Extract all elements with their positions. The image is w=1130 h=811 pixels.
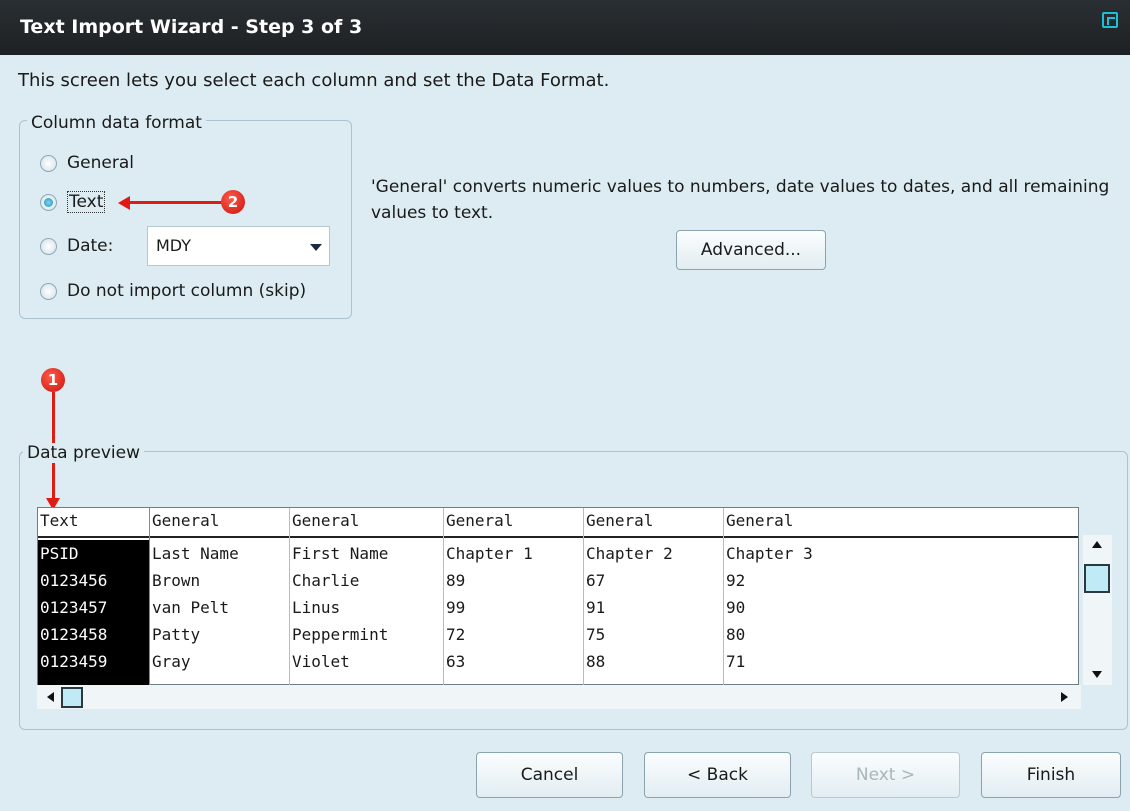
date-format-select[interactable]: MDY bbox=[147, 226, 330, 266]
table-cell: Linus bbox=[292, 598, 341, 617]
table-cell: 63 bbox=[446, 652, 466, 671]
header-cell[interactable]: General bbox=[445, 511, 513, 530]
header-cell[interactable]: General bbox=[291, 511, 359, 530]
vertical-scrollbar[interactable] bbox=[1083, 535, 1112, 685]
header-cell[interactable]: Text bbox=[39, 511, 79, 530]
annotation-arrow-2-head bbox=[118, 196, 130, 210]
table-cell: 99 bbox=[446, 598, 466, 617]
radio-date-icon[interactable] bbox=[40, 237, 57, 255]
table-cell: 89 bbox=[446, 571, 466, 590]
date-format-value: MDY bbox=[156, 236, 192, 255]
radio-general-icon[interactable] bbox=[40, 154, 57, 172]
radio-text[interactable]: Text bbox=[40, 191, 106, 213]
scroll-down-icon[interactable] bbox=[1092, 671, 1102, 678]
radio-skip-label[interactable]: Do not import column (skip) bbox=[67, 281, 306, 301]
table-cell: Brown bbox=[152, 571, 201, 590]
advanced-button[interactable]: Advanced... bbox=[676, 230, 826, 270]
vertical-scroll-thumb[interactable] bbox=[1084, 564, 1110, 593]
header-separator bbox=[38, 536, 1078, 538]
title-bar: Text Import Wizard - Step 3 of 3 bbox=[0, 0, 1130, 55]
table-row: 0123457 van Pelt Linus 99 91 90 bbox=[38, 598, 1078, 625]
cancel-button[interactable]: Cancel bbox=[476, 752, 623, 798]
header-cell[interactable]: General bbox=[585, 511, 653, 530]
column-format-legend: Column data format bbox=[27, 113, 206, 133]
table-cell: 0123457 bbox=[40, 598, 108, 617]
table-cell: Last Name bbox=[152, 544, 239, 563]
horizontal-scrollbar[interactable] bbox=[37, 685, 1081, 709]
format-description: 'General' converts numeric values to num… bbox=[371, 177, 1110, 223]
scroll-left-icon[interactable] bbox=[47, 692, 54, 702]
table-cell: 0123458 bbox=[40, 625, 108, 644]
table-cell: Chapter 2 bbox=[586, 544, 673, 563]
scroll-up-icon[interactable] bbox=[1092, 541, 1102, 548]
radio-text-label[interactable]: Text bbox=[67, 191, 106, 213]
table-cell: Patty bbox=[152, 625, 201, 644]
table-cell: 67 bbox=[586, 571, 606, 590]
header-cell[interactable]: General bbox=[725, 511, 793, 530]
table-cell: 90 bbox=[726, 598, 746, 617]
preview-header-row: Text General General General General Gen… bbox=[38, 511, 1078, 539]
table-cell: Chapter 1 bbox=[446, 544, 533, 563]
table-cell: 88 bbox=[586, 652, 606, 671]
annotation-badge-2: 2 bbox=[221, 190, 245, 214]
chevron-down-icon[interactable] bbox=[310, 244, 322, 251]
radio-date[interactable]: Date: bbox=[40, 236, 113, 256]
table-row: PSID Last Name First Name Chapter 1 Chap… bbox=[38, 544, 1078, 571]
table-cell: van Pelt bbox=[152, 598, 230, 617]
back-button[interactable]: < Back bbox=[644, 752, 791, 798]
data-preview-table[interactable]: Text General General General General Gen… bbox=[37, 507, 1079, 685]
table-cell: First Name bbox=[292, 544, 389, 563]
table-cell: 0123459 bbox=[40, 652, 108, 671]
table-row: 0123459 Gray Violet 63 88 71 bbox=[38, 652, 1078, 679]
data-preview-legend: Data preview bbox=[23, 443, 145, 463]
header-cell[interactable]: General bbox=[151, 511, 219, 530]
annotation-arrow-2-shaft bbox=[128, 201, 224, 204]
radio-general-label[interactable]: General bbox=[67, 153, 134, 173]
table-cell: 80 bbox=[726, 625, 746, 644]
radio-general[interactable]: General bbox=[40, 153, 134, 173]
radio-text-icon[interactable] bbox=[40, 193, 57, 211]
table-cell: Violet bbox=[292, 652, 350, 671]
finish-button[interactable]: Finish bbox=[981, 752, 1121, 798]
horizontal-scroll-thumb[interactable] bbox=[61, 687, 83, 708]
table-cell: 75 bbox=[586, 625, 606, 644]
window-menu-icon[interactable] bbox=[1102, 12, 1118, 28]
table-cell: 72 bbox=[446, 625, 466, 644]
table-cell: 0123456 bbox=[40, 571, 108, 590]
table-row: 0123456 Brown Charlie 89 67 92 bbox=[38, 571, 1078, 598]
table-cell: Charlie bbox=[292, 571, 360, 590]
table-row: 0123458 Patty Peppermint 72 75 80 bbox=[38, 625, 1078, 652]
table-cell: Peppermint bbox=[292, 625, 389, 644]
radio-skip-icon[interactable] bbox=[40, 282, 57, 300]
table-cell: 92 bbox=[726, 571, 746, 590]
radio-date-label[interactable]: Date: bbox=[67, 236, 113, 256]
table-cell: 71 bbox=[726, 652, 746, 671]
table-cell: Chapter 3 bbox=[726, 544, 813, 563]
instruction-text: This screen lets you select each column … bbox=[18, 70, 610, 91]
scroll-right-icon[interactable] bbox=[1061, 692, 1068, 702]
table-cell: 91 bbox=[586, 598, 606, 617]
radio-skip[interactable]: Do not import column (skip) bbox=[40, 281, 306, 301]
window-title: Text Import Wizard - Step 3 of 3 bbox=[20, 16, 363, 38]
annotation-badge-1: 1 bbox=[41, 368, 65, 392]
next-button[interactable]: Next > bbox=[811, 752, 960, 798]
table-cell: PSID bbox=[40, 544, 79, 563]
table-cell: Gray bbox=[152, 652, 191, 671]
